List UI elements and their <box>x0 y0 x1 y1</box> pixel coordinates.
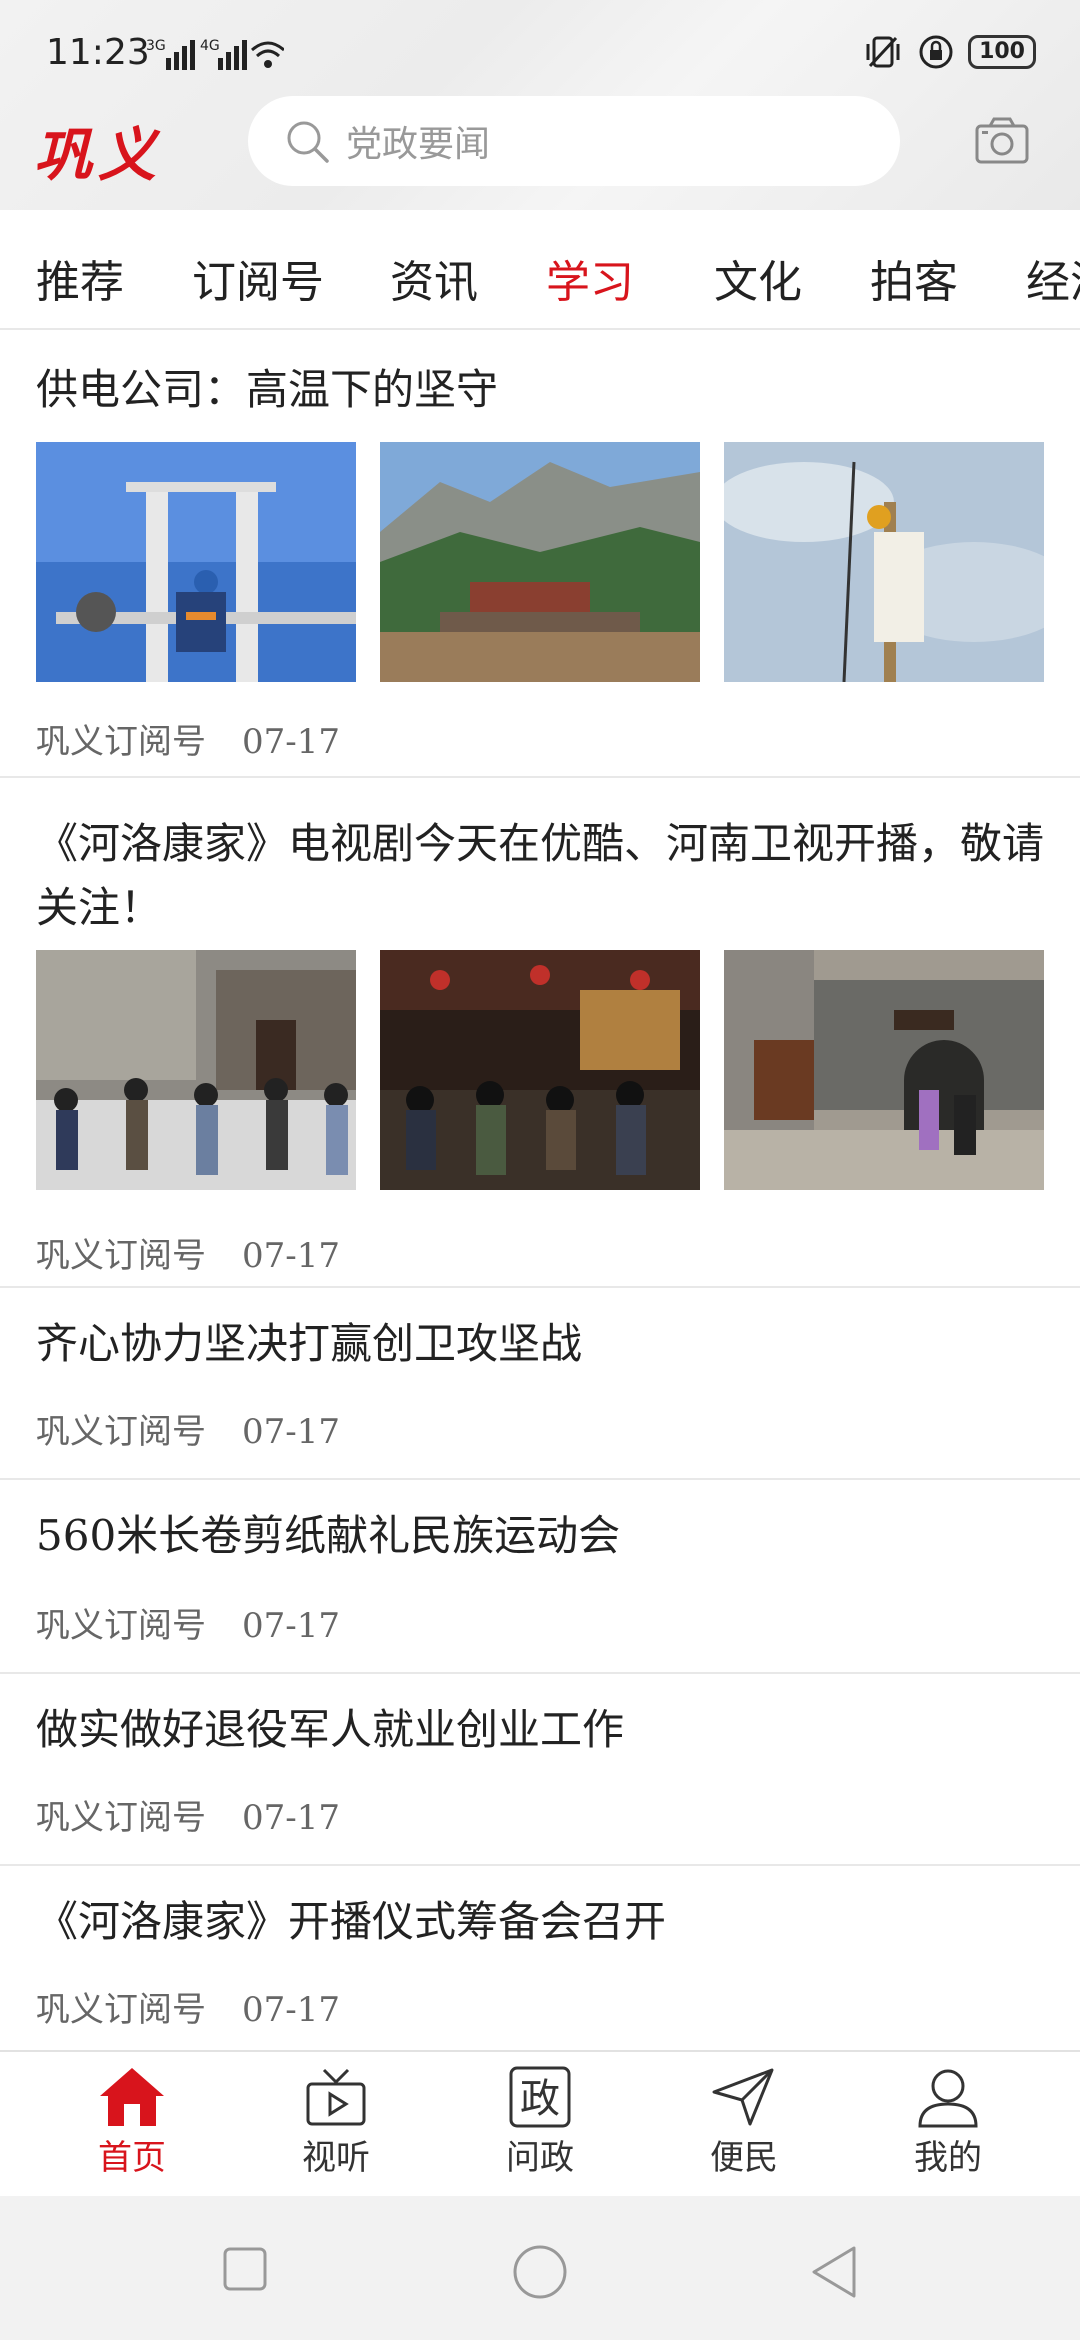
article-date: 07-17 <box>242 1412 341 1452</box>
send-icon <box>712 2068 774 2126</box>
article-item[interactable]: 《河洛康家》开播仪式筹备会召开 巩义订阅号 07-17 <box>0 1866 1080 2050</box>
nav-home[interactable]: 首页 <box>72 2066 192 2179</box>
home-button-icon[interactable] <box>512 2244 568 2300</box>
system-navigation-bar <box>0 2196 1080 2340</box>
article-item[interactable]: 供电公司：高温下的坚守 巩义订阅号 07-17 <box>0 332 1080 778</box>
user-icon <box>918 2069 978 2128</box>
nav-label: 便民 <box>710 2138 778 2178</box>
thumbnail-image <box>380 442 700 682</box>
nav-inquiry[interactable]: 政 问政 <box>480 2066 600 2179</box>
battery-indicator: 100 <box>968 35 1036 69</box>
article-title: 供电公司：高温下的坚守 <box>36 365 499 414</box>
bottom-navigation: 首页 视听 政 问政 便民 我的 <box>0 2050 1080 2196</box>
tab-news[interactable]: 资讯 <box>390 246 478 310</box>
article-title: 齐心协力坚决打赢创卫攻坚战 <box>36 1319 583 1368</box>
article-date: 07-17 <box>242 1236 341 1276</box>
article-thumbnails <box>36 442 1044 682</box>
recent-apps-icon[interactable] <box>222 2246 268 2292</box>
thumbnail-image <box>36 950 356 1190</box>
rotation-lock-icon <box>919 35 953 69</box>
tab-photographer[interactable]: 拍客 <box>870 246 958 310</box>
category-tabs: 推荐 订阅号 资讯 学习 文化 拍客 经济 <box>0 210 1080 330</box>
article-title: 《河洛康家》开播仪式筹备会召开 <box>36 1897 667 1946</box>
article-title: 《河洛康家》电视剧今天在优酷、河南卫视开播，敬请关注！ <box>36 819 1045 932</box>
tv-icon <box>306 2068 366 2126</box>
status-right: 100 <box>862 34 1036 70</box>
tab-study[interactable]: 学习 <box>546 246 634 310</box>
svg-text:4G: 4G <box>200 38 220 54</box>
article-meta: 巩义订阅号 07-17 <box>36 714 340 763</box>
article-source: 巩义订阅号 <box>36 1798 206 1838</box>
article-meta: 巩义订阅号 07-17 <box>36 1982 340 2031</box>
article-date: 07-17 <box>242 1798 341 1838</box>
article-source: 巩义订阅号 <box>36 1606 206 1646</box>
nav-label: 我的 <box>914 2138 982 2178</box>
back-icon[interactable] <box>810 2244 858 2300</box>
search-placeholder: 党政要闻 <box>346 124 491 165</box>
article-source: 巩义订阅号 <box>36 1236 206 1276</box>
nav-label: 问政 <box>506 2138 574 2178</box>
article-source: 巩义订阅号 <box>36 1412 206 1452</box>
article-date: 07-17 <box>242 722 341 762</box>
thumbnail-image <box>380 950 700 1190</box>
nav-mine[interactable]: 我的 <box>888 2066 1008 2179</box>
thumbnail-image <box>724 950 1044 1190</box>
article-date: 07-17 <box>242 1606 341 1646</box>
article-item[interactable]: 560米长卷剪纸献礼民族运动会 巩义订阅号 07-17 <box>0 1480 1080 1674</box>
article-meta: 巩义订阅号 07-17 <box>36 1404 340 1453</box>
nav-label: 首页 <box>98 2138 166 2178</box>
thumbnail-image <box>724 442 1044 682</box>
article-title: 做实做好退役军人就业创业工作 <box>36 1705 625 1754</box>
svg-text:政: 政 <box>520 2076 560 2122</box>
article-meta: 巩义订阅号 07-17 <box>36 1790 340 1839</box>
tab-recommend[interactable]: 推荐 <box>36 246 124 310</box>
article-meta: 巩义订阅号 07-17 <box>36 1228 340 1277</box>
article-item[interactable]: 《河洛康家》电视剧今天在优酷、河南卫视开播，敬请关注！ 巩义订阅号 07-17 <box>0 778 1080 1288</box>
app-logo: 巩义 <box>34 121 163 189</box>
article-meta: 巩义订阅号 07-17 <box>36 1598 340 1647</box>
camera-icon[interactable] <box>974 116 1030 166</box>
nav-convenience[interactable]: 便民 <box>684 2066 804 2179</box>
article-source: 巩义订阅号 <box>36 1990 206 2030</box>
article-item[interactable]: 齐心协力坚决打赢创卫攻坚战 巩义订阅号 07-17 <box>0 1288 1080 1480</box>
article-thumbnails <box>36 950 1044 1190</box>
svg-text:3G: 3G <box>146 38 166 54</box>
search-bar[interactable]: 党政要闻 <box>248 96 900 186</box>
nav-audiovisual[interactable]: 视听 <box>276 2066 396 2179</box>
status-time: 11:23 <box>46 32 150 73</box>
tab-culture[interactable]: 文化 <box>714 246 802 310</box>
article-title: 560米长卷剪纸献礼民族运动会 <box>36 1511 621 1560</box>
thumbnail-image <box>36 442 356 682</box>
tab-subscriptions[interactable]: 订阅号 <box>192 246 324 310</box>
search-icon <box>287 121 329 163</box>
article-source: 巩义订阅号 <box>36 722 206 762</box>
status-bar: 11:23 3G 4G 100 <box>0 0 1080 100</box>
home-icon <box>100 2068 164 2126</box>
vibrate-icon <box>866 36 900 68</box>
zheng-icon: 政 <box>509 2066 571 2128</box>
tab-economy[interactable]: 经济 <box>1026 246 1080 310</box>
article-date: 07-17 <box>242 1990 341 2030</box>
nav-label: 视听 <box>302 2138 370 2178</box>
signal-icon: 3G 4G <box>146 38 284 70</box>
article-item[interactable]: 做实做好退役军人就业创业工作 巩义订阅号 07-17 <box>0 1674 1080 1866</box>
